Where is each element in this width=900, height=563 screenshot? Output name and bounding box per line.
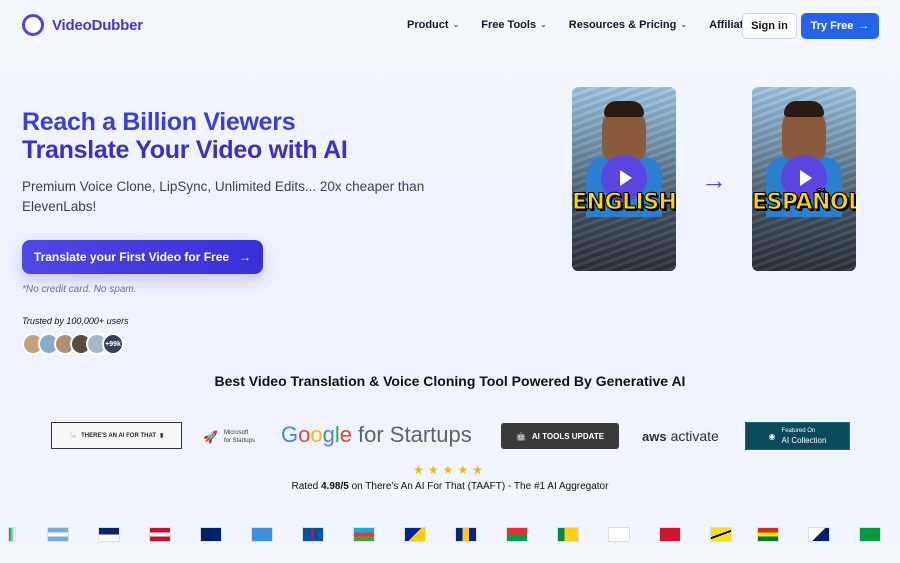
flag-icon [404,527,426,542]
chevron-down-icon: ⌄ [540,19,547,29]
logo[interactable]: VideoDubber [22,14,143,36]
flag-icon [506,527,528,542]
ms-line2: for Startups [223,438,255,444]
ms-text: Microsoft for Startups [224,429,255,445]
google-letter: o [298,422,311,447]
featured-logos: 🦢 THERE'S AN AI FOR THAT ▮ 🚀 Microsoft f… [0,420,900,452]
sign-in-button[interactable]: Sign in [742,13,797,39]
aws-activate-logo[interactable]: aws activate [642,426,719,446]
video-caption: ESPAÑOL [752,190,856,216]
top-nav: VideoDubber Product ⌄ Free Tools ⌄ Resou… [0,0,900,52]
flag-icon [659,527,681,542]
flag-icon [710,527,732,542]
video-caption: ENGLISH [572,190,676,216]
menu-label: Resources & Pricing [568,19,677,31]
hero-title-line2: Translate Your Video with AI [22,136,348,164]
aic-line1: Featured On [781,428,816,434]
flag-icon [47,527,69,542]
aitools-text: AI TOOLS UPDATE [531,431,605,441]
robot-icon: 🤖 [515,431,526,441]
video-card-english[interactable]: ENGLISH [572,87,676,271]
play-icon [800,170,812,186]
menu-item-product[interactable]: Product ⌄ [407,19,459,31]
eye-icon: ◉ [768,431,776,441]
flag-icon [353,527,375,542]
powered-by-heading: Best Video Translation & Voice Cloning T… [214,373,686,389]
menu-label: Free Tools [481,19,537,31]
flag-icon [149,527,171,542]
chevron-down-icon: ⌄ [452,19,460,29]
flag-icon [808,527,830,542]
avatar-more-count: +99k [102,333,124,355]
google-letter: g [322,422,335,447]
flag-icon [8,527,16,542]
flag-icon [98,527,120,542]
language-flags-strip [0,527,900,543]
flag-icon [200,527,222,542]
rated-score: 4.98/5 [321,481,349,492]
translate-cta-button[interactable]: Translate your First Video for Free → [22,240,263,274]
logo-text: VideoDubber [52,16,143,34]
ms-line1: Microsoft [223,430,249,436]
flag-icon [608,527,630,542]
cta-label: Translate your First Video for Free [33,250,230,264]
microsoft-startups-logo[interactable]: 🚀 Microsoft for Startups [203,426,255,448]
menu-item-free-tools[interactable]: Free Tools ⌄ [481,19,547,31]
hero-subtitle: Premium Voice Clone, LipSync, Unlimited … [22,179,425,214]
chevron-down-icon: ⌄ [680,19,688,29]
google-letter: e [339,422,353,447]
aic-line2: AI Collection [781,436,827,445]
taaft-logo[interactable]: 🦢 THERE'S AN AI FOR THAT ▮ [51,422,182,449]
arrow-right-icon: → [701,165,727,195]
arrow-right-icon: → [858,20,870,32]
google-suffix: for Startups [358,422,472,447]
flag-icon [302,527,324,542]
aic-text: Featured On AI Collection [782,426,827,446]
rated-suffix: on There's An AI For That (TAAFT) - The … [348,481,609,492]
logo-icon [22,14,44,36]
flag-icon [859,527,881,542]
taaft-text: THERE'S AN AI FOR THAT [81,432,157,439]
google-letter: G [281,422,299,447]
flag-icon [557,527,579,542]
play-icon [620,170,632,186]
google-startups-logo[interactable]: Google for Startups [281,420,472,450]
trusted-by-text: Trusted by 100,000+ users [22,316,129,326]
rating-stars: ★★★★★ [413,463,487,477]
ai-collection-logo[interactable]: ◉ Featured On AI Collection [745,422,850,450]
video-card-spanish[interactable]: ESPAÑOL [752,87,856,271]
video-person-hair [604,101,644,117]
google-letter: o [310,422,323,447]
menu-label: Product [407,19,449,31]
aws-brand: aws [642,428,667,444]
try-free-button[interactable]: Try Free → [801,13,879,39]
taaft-icon: 🦢 [69,433,78,439]
menu-item-resources-pricing[interactable]: Resources & Pricing ⌄ [569,19,687,31]
aws-suffix: activate [670,428,719,444]
flag-icon [251,527,273,542]
rating-text: Rated 4.98/5 on There's An AI For That (… [0,481,900,492]
user-avatars: +99k [22,333,124,355]
flag-icon [757,527,779,542]
rated-prefix: Rated [291,481,321,492]
rocket-icon: 🚀 [203,430,218,444]
hero-title-line1: Reach a Billion Viewers [22,108,296,136]
arrow-right-icon: → [239,250,252,264]
ai-tools-update-logo[interactable]: 🤖 AI TOOLS UPDATE [501,423,619,449]
try-free-label: Try Free [810,20,854,32]
bookmark-icon: ▮ [160,433,164,439]
main-menu: Product ⌄ Free Tools ⌄ Resources & Prici… [407,19,778,31]
no-credit-card-note: *No credit card. No spam. [22,284,137,295]
video-person-hair [784,101,824,117]
flag-icon [455,527,477,542]
